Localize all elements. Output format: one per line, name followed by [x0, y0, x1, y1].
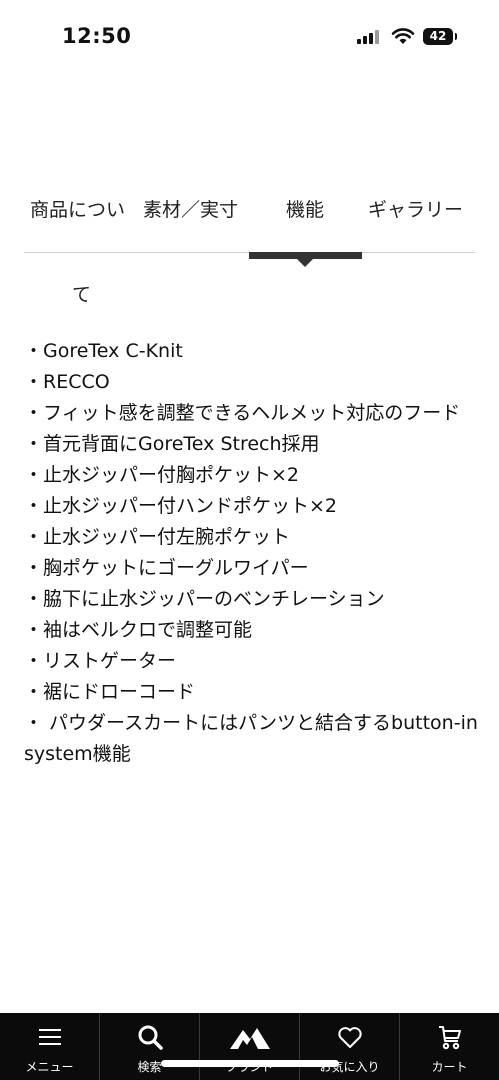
feature-item: ・裾にドローコード — [24, 681, 196, 703]
wifi-icon — [391, 28, 415, 44]
feature-item: ・RECCO — [24, 371, 110, 393]
nav-label: カート — [431, 1060, 468, 1074]
feature-item: ・フィット感を調整できるヘルメット対応のフード — [24, 402, 461, 424]
feature-item: ・脇下に止水ジッパーのベンチレーション — [24, 588, 385, 610]
nav-favorites-button[interactable]: お気に入り — [300, 1013, 400, 1080]
feature-list: ・GoreTex C-Knit ・RECCO ・フィット感を調整できるヘルメット… — [24, 336, 479, 770]
nav-cart-button[interactable]: カート — [400, 1013, 499, 1080]
nav-label: メニュー — [25, 1060, 74, 1074]
status-bar: 12:50 42 — [0, 0, 499, 76]
status-time: 12:50 — [62, 24, 132, 48]
nav-menu-button[interactable]: メニュー — [0, 1013, 100, 1080]
nav-brand-button[interactable]: ブランド — [200, 1013, 300, 1080]
search-icon — [138, 1025, 163, 1050]
feature-item: ・首元背面にGoreTex Strech採用 — [24, 433, 320, 455]
tab-product-info[interactable]: 商品につい — [30, 195, 138, 222]
feature-item: ・止水ジッパー付左腕ポケット — [24, 526, 291, 548]
caret-down-icon — [296, 258, 314, 267]
nav-search-button[interactable]: 検索 — [100, 1013, 200, 1080]
feature-item: ・GoreTex C-Knit — [24, 340, 183, 362]
tab-features[interactable]: 機能 — [286, 195, 324, 222]
bottom-nav: メニュー 検索 ブランド お気に入り カート — [0, 1013, 499, 1080]
feature-item: ・リストゲーター — [24, 650, 177, 672]
home-indicator — [161, 1060, 339, 1067]
product-tabs: 商品につい 素材／実寸 機能 ギャラリー — [0, 195, 499, 235]
tab-material-size[interactable]: 素材／実寸 — [143, 195, 238, 222]
heart-icon — [337, 1027, 362, 1048]
cart-icon — [438, 1026, 461, 1050]
feature-item: ・袖はベルクロで調整可能 — [24, 619, 253, 641]
mountain-logo-icon — [229, 1028, 270, 1049]
tab-gallery[interactable]: ギャラリー — [368, 195, 463, 222]
menu-icon — [38, 1029, 61, 1045]
feature-item: ・止水ジッパー付胸ポケット×2 — [24, 464, 300, 486]
feature-item: ・ パウダースカートにはパンツと結合するbutton-in system機能 — [24, 712, 478, 765]
feature-item: ・胸ポケットにゴーグルワイパー — [24, 557, 309, 579]
feature-item: ・止水ジッパー付ハンドポケット×2 — [24, 495, 338, 517]
battery-icon: 42 — [423, 28, 457, 45]
tab-label-overflow: て — [72, 284, 92, 306]
signal-icon — [357, 30, 381, 44]
